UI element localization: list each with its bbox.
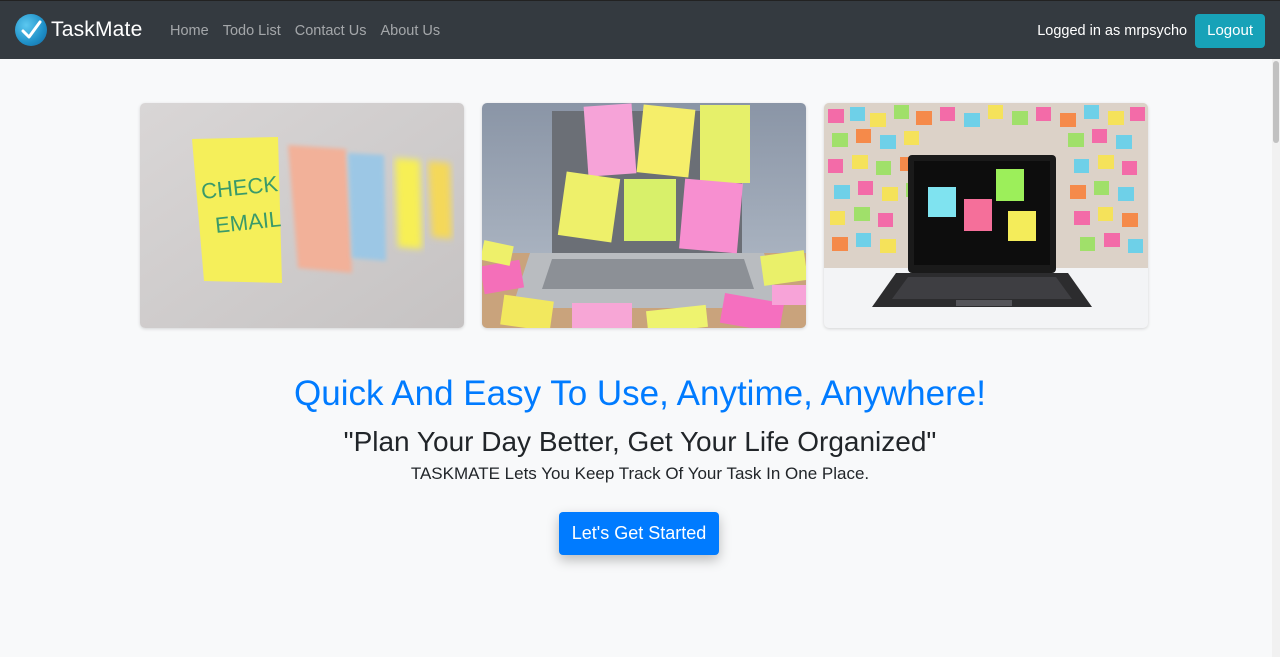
- hero-heading: Quick And Easy To Use, Anytime, Anywhere…: [294, 374, 986, 413]
- hero-section: Quick And Easy To Use, Anytime, Anywhere…: [0, 370, 1280, 486]
- nav-link-contact-us[interactable]: Contact Us: [288, 23, 374, 39]
- card-image-laptop-wall: [824, 103, 1148, 328]
- nav-link-home[interactable]: Home: [163, 23, 216, 39]
- logout-button[interactable]: Logout: [1195, 13, 1265, 48]
- navbar: TaskMate Home Todo List Contact Us About…: [0, 0, 1280, 59]
- nav-link-todo-list[interactable]: Todo List: [216, 23, 288, 39]
- user-status: Logged in as mrpsycho: [1037, 22, 1188, 39]
- nav-links: Home Todo List Contact Us About Us: [163, 1, 447, 60]
- card-image-sticky-notes: CHECK EMAIL: [140, 103, 464, 328]
- card-image-laptop-notes: [482, 103, 806, 328]
- hero-subtext: TASKMATE Lets You Keep Track Of Your Tas…: [410, 464, 870, 483]
- get-started-button[interactable]: Let's Get Started: [559, 512, 719, 555]
- hero-quote: "Plan Your Day Better, Get Your Life Org…: [343, 426, 937, 457]
- nav-user-area: Logged in as mrpsycho Logout: [1037, 1, 1265, 60]
- check-circle-icon: [15, 14, 47, 46]
- brand-link[interactable]: TaskMate: [15, 13, 142, 47]
- scrollbar-thumb[interactable]: [1273, 61, 1279, 143]
- nav-link-about-us[interactable]: About Us: [373, 23, 447, 39]
- brand-name: TaskMate: [51, 18, 143, 41]
- page-scrollbar[interactable]: [1272, 59, 1280, 657]
- image-gallery: CHECK EMAIL: [140, 103, 1148, 328]
